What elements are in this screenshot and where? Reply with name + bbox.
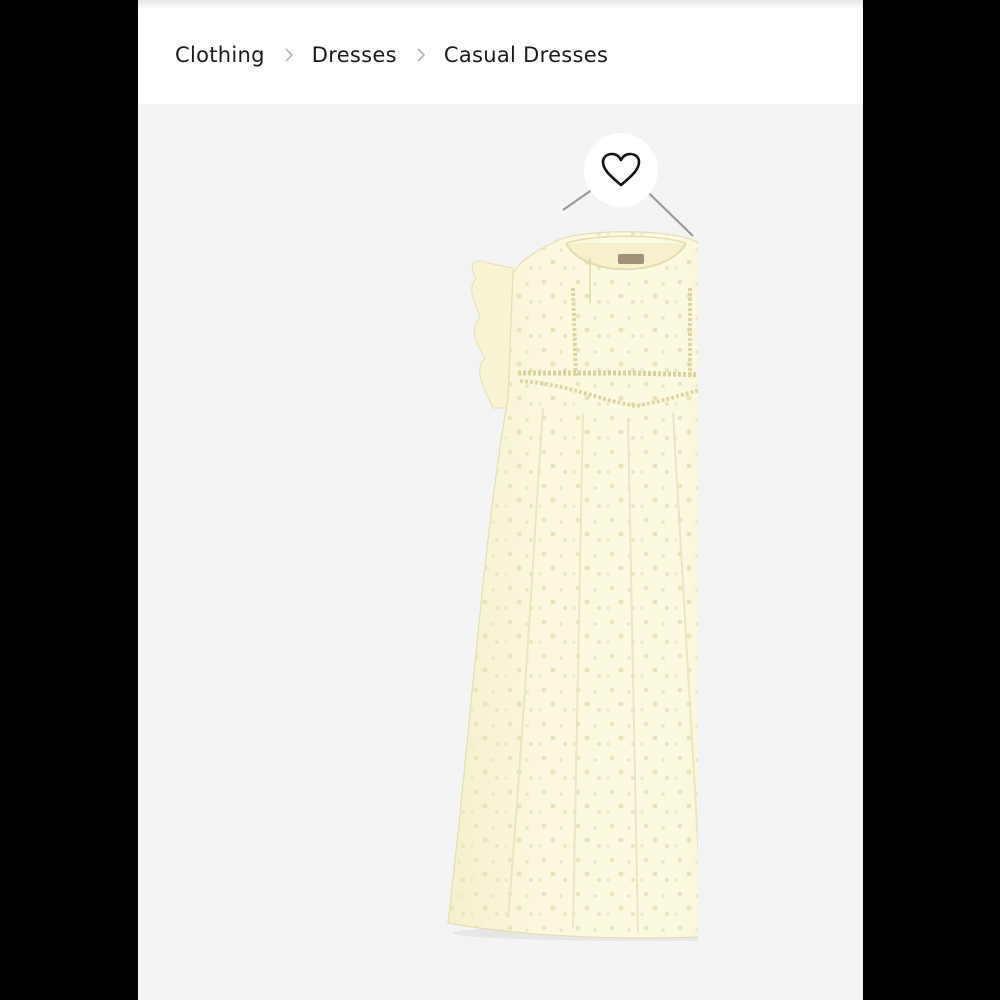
breadcrumb: Clothing Dresses Casual Dresses — [175, 40, 608, 70]
chevron-right-icon — [417, 48, 426, 62]
heart-outline-icon — [601, 152, 641, 187]
breadcrumb-clothing[interactable]: Clothing — [175, 43, 265, 67]
breadcrumb-bar: Clothing Dresses Casual Dresses — [138, 0, 863, 104]
dress-on-hanger-illustration — [447, 140, 698, 941]
product-page-screen: Clothing Dresses Casual Dresses — [138, 0, 863, 1000]
favorite-button[interactable] — [584, 133, 658, 207]
chevron-right-icon — [285, 48, 293, 62]
breadcrumb-casual-dresses[interactable]: Casual Dresses — [444, 43, 608, 67]
breadcrumb-dresses[interactable]: Dresses — [312, 43, 397, 67]
